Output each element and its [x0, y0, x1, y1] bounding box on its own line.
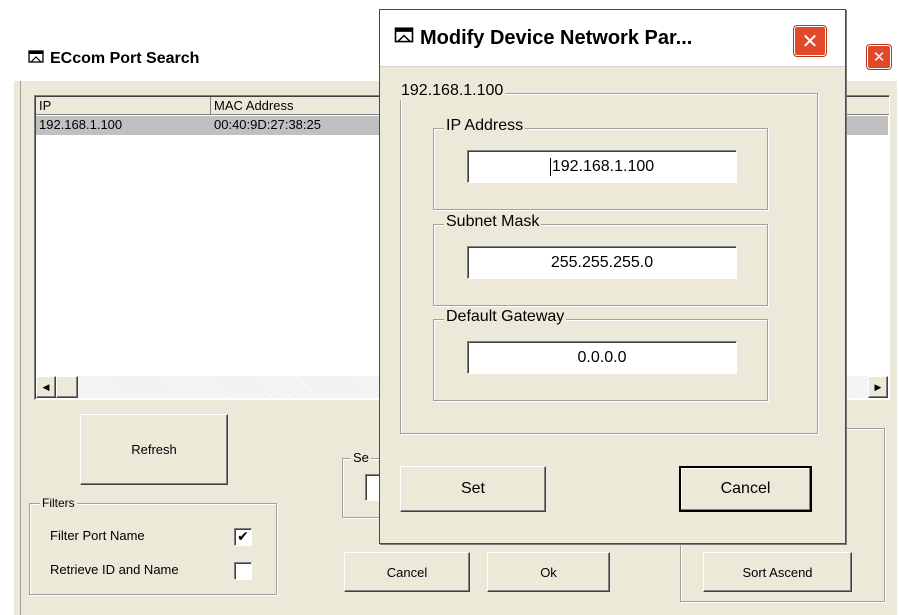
default-gateway-label: Default Gateway — [444, 308, 567, 326]
ip-address-input[interactable]: 192.168.1.100 — [467, 150, 737, 183]
filter-port-name-checkbox[interactable]: ✔ — [234, 528, 252, 546]
text-cursor — [549, 157, 551, 176]
device-group-label: 192.168.1.100 — [397, 82, 506, 100]
filters-group-label: Filters — [40, 494, 77, 512]
dialog-app-icon — [394, 26, 414, 50]
partial-group-label: Se — [351, 449, 371, 467]
dialog-title: Modify Device Network Par... — [420, 26, 693, 49]
subnet-mask-value: 255.255.255.0 — [550, 253, 654, 271]
window-app-icon — [28, 49, 44, 69]
ip-address-label: IP Address — [444, 117, 526, 135]
refresh-button[interactable]: Refresh — [80, 414, 228, 485]
subnet-mask-label: Subnet Mask — [444, 213, 542, 231]
column-header-ip[interactable]: IP — [36, 97, 211, 114]
scroll-left-icon[interactable]: ◀ — [36, 376, 56, 398]
ip-address-group: IP Address 192.168.1.100 — [433, 117, 768, 210]
set-button[interactable]: Set — [400, 466, 546, 512]
scroll-thumb[interactable] — [56, 376, 78, 398]
cancel-button[interactable]: Cancel — [344, 552, 470, 592]
column-header-mac[interactable]: MAC Address — [211, 97, 391, 114]
filters-group: Filters Filter Port Name ✔ Retrieve ID a… — [29, 494, 277, 595]
ok-button[interactable]: Ok — [487, 552, 610, 592]
default-gateway-input[interactable]: 0.0.0.0 — [467, 341, 737, 374]
dialog-cancel-button[interactable]: Cancel — [679, 466, 812, 512]
retrieve-id-name-label: Retrieve ID and Name — [50, 562, 179, 577]
subnet-mask-group: Subnet Mask 255.255.255.0 — [433, 213, 768, 306]
row-mac: 00:40:9D:27:38:25 — [214, 117, 321, 132]
close-icon[interactable]: ✕ — [794, 26, 826, 56]
default-gateway-value: 0.0.0.0 — [577, 348, 627, 366]
subnet-mask-input[interactable]: 255.255.255.0 — [467, 246, 737, 279]
ip-address-value: 192.168.1.100 — [551, 157, 655, 175]
dialog-titlebar[interactable]: Modify Device Network Par... — [380, 10, 845, 67]
filter-port-name-label: Filter Port Name — [50, 528, 145, 543]
modify-network-dialog: Modify Device Network Par... ✕ 192.168.1… — [379, 9, 846, 544]
row-ip: 192.168.1.100 — [39, 117, 123, 132]
retrieve-id-name-checkbox[interactable] — [234, 562, 252, 580]
close-icon[interactable]: ✕ — [867, 45, 891, 69]
sort-ascend-button[interactable]: Sort Ascend — [703, 552, 852, 592]
default-gateway-group: Default Gateway 0.0.0.0 — [433, 308, 768, 401]
window-title: ECcom Port Search — [50, 50, 200, 67]
device-group: 192.168.1.100 IP Address 192.168.1.100 S… — [397, 82, 818, 434]
scroll-right-icon[interactable]: ▶ — [868, 376, 888, 398]
